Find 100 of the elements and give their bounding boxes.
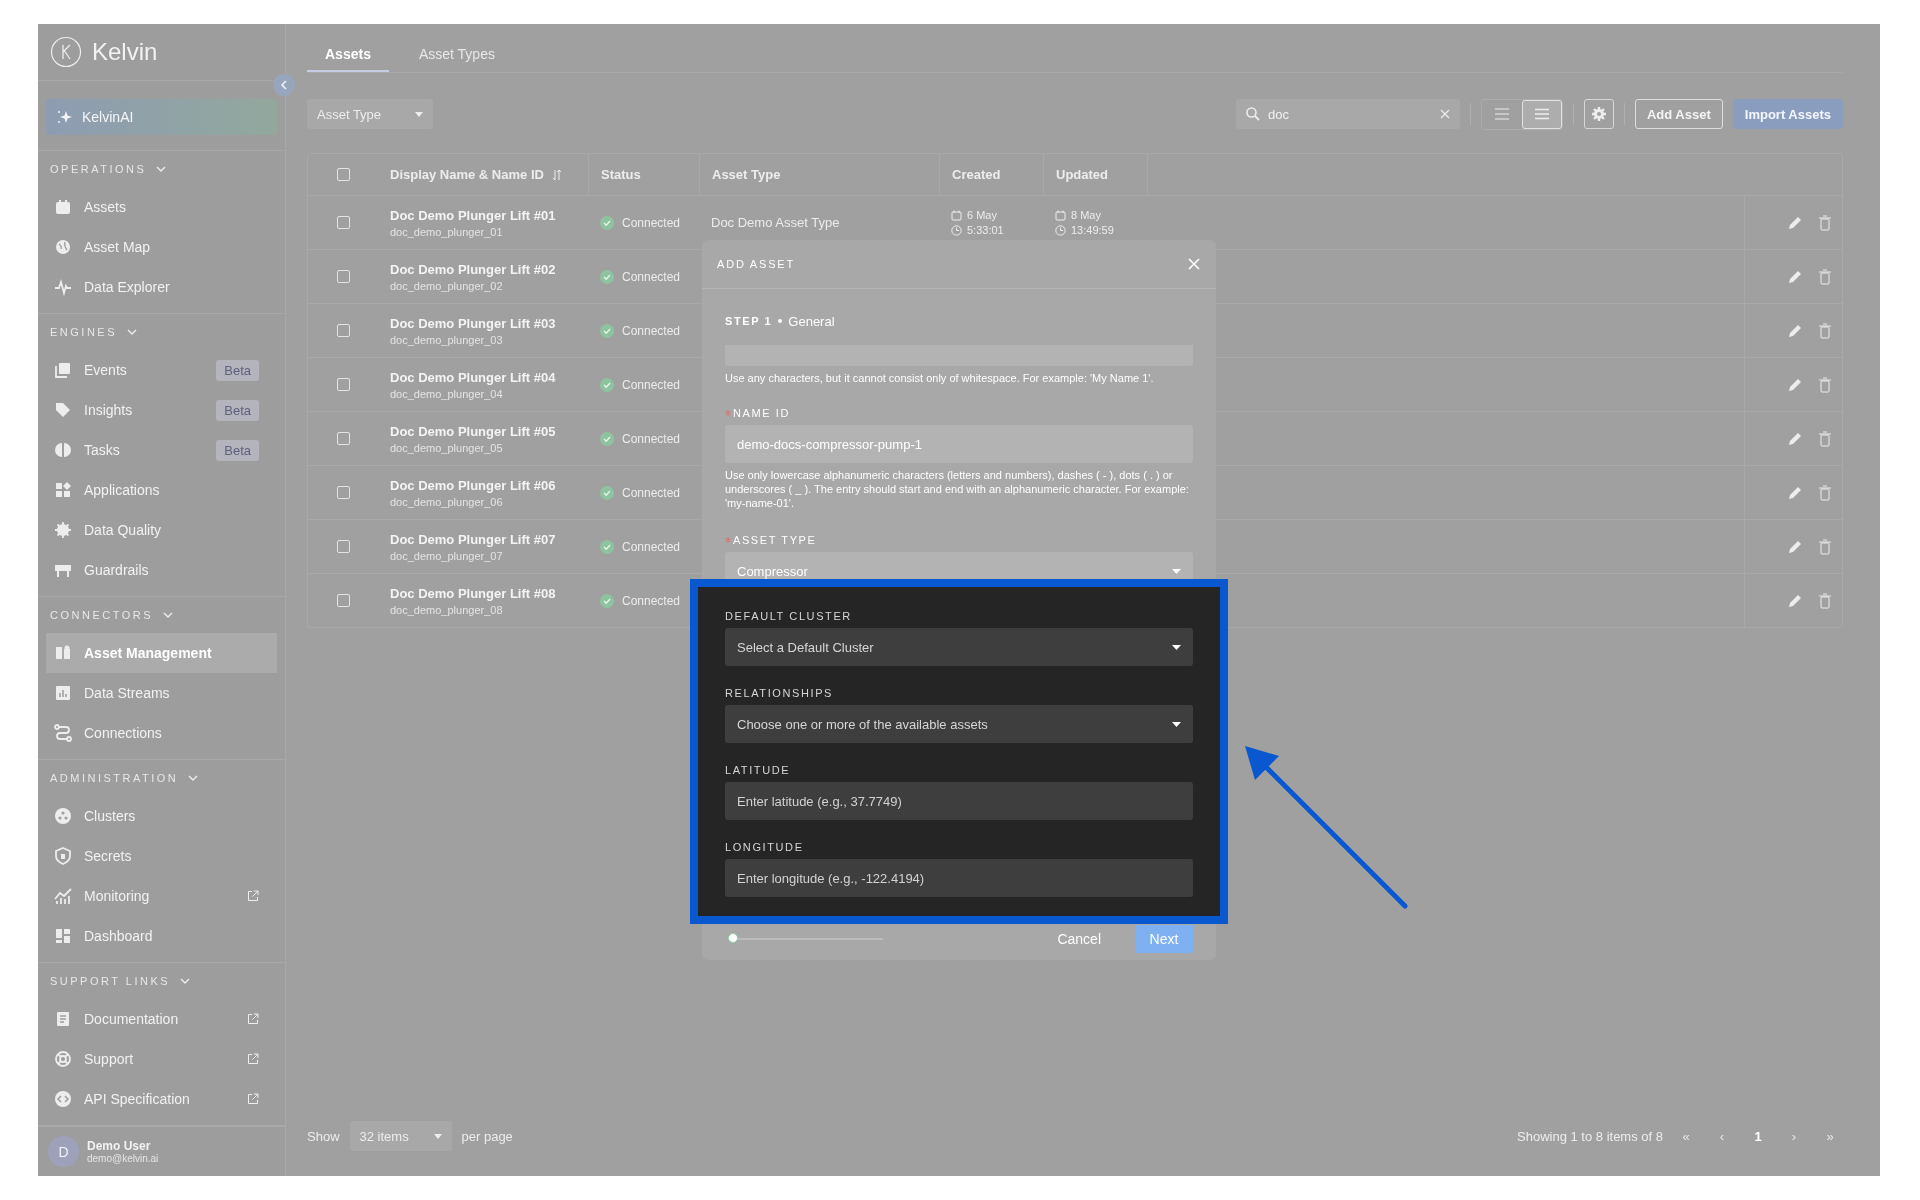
sidebar-item[interactable]: Assets (38, 187, 277, 228)
section-header: ENGINES (50, 326, 117, 339)
edit-button[interactable] (1787, 484, 1803, 501)
sidebar-item[interactable]: Dashboard (38, 916, 277, 957)
delete-button[interactable] (1819, 484, 1831, 501)
cluster-icon (54, 807, 72, 826)
sidebar-item[interactable]: Events Beta (38, 350, 277, 391)
checkbox[interactable] (336, 432, 350, 445)
search-field[interactable]: doc (1235, 99, 1460, 129)
logo-text: Kelvin (92, 38, 158, 67)
cancel-button[interactable]: Cancel (1051, 930, 1107, 948)
asset-name-id: doc_demo_plunger_07 (390, 549, 503, 562)
checkbox[interactable] (336, 168, 350, 181)
field-label: RELATIONSHIPS (725, 686, 833, 700)
ai-button[interactable]: KelvinAI (46, 99, 277, 136)
dot-icon (778, 319, 783, 323)
section-header: OPERATIONS (50, 163, 147, 176)
delete-button[interactable] (1819, 592, 1831, 609)
caret-icon (1172, 568, 1181, 574)
sidebar-item[interactable]: Tasks Beta (38, 430, 277, 471)
edit-button[interactable] (1787, 538, 1803, 555)
next-button[interactable]: Next (1135, 925, 1193, 953)
sidebar-item[interactable]: Data Quality (38, 510, 277, 551)
settings-icon (1590, 106, 1607, 122)
checkbox[interactable] (336, 378, 350, 391)
sidebar-item[interactable]: API Specification (38, 1079, 277, 1120)
tab[interactable]: Asset Types (400, 42, 513, 72)
section-header: CONNECTORS (50, 609, 154, 622)
check-circle-icon (600, 269, 614, 284)
checkbox[interactable] (336, 324, 350, 337)
add-asset-button[interactable]: Add Asset (1634, 99, 1723, 129)
bar-chart-icon (54, 684, 72, 703)
import-assets-button[interactable]: Import Assets (1732, 99, 1843, 129)
list-view-button[interactable] (1521, 99, 1562, 129)
asset-name-id: doc_demo_plunger_08 (390, 603, 503, 616)
edit-button[interactable] (1787, 214, 1803, 231)
status-text: Connected (622, 485, 681, 500)
sidebar-item[interactable]: Connections (38, 713, 277, 754)
page-button[interactable]: « (1673, 1127, 1699, 1145)
input-field[interactable]: Enter latitude (e.g., 37.7749) (725, 782, 1193, 820)
delete-button[interactable] (1819, 430, 1831, 447)
field-label: LONGITUDE (725, 840, 804, 854)
edit-button[interactable] (1787, 430, 1803, 447)
select-field[interactable]: Choose one or more of the available assets (725, 705, 1193, 743)
settings-button[interactable] (1583, 99, 1614, 129)
edit-button[interactable] (1787, 268, 1803, 285)
delete-button[interactable] (1819, 268, 1831, 285)
checkbox[interactable] (336, 486, 350, 499)
sidebar-item[interactable]: Asset Map (38, 227, 277, 268)
delete-button[interactable] (1819, 322, 1831, 339)
edit-button[interactable] (1787, 592, 1803, 609)
filter-dropdown[interactable]: Asset Type (307, 99, 433, 129)
sidebar-item[interactable]: Data Explorer (38, 267, 277, 308)
sidebar-item[interactable]: Asset Management (46, 633, 277, 674)
pencil-icon (1787, 268, 1803, 285)
edit-button[interactable] (1787, 322, 1803, 339)
sidebar-item[interactable]: Guardrails (38, 550, 277, 591)
page-size-dropdown[interactable]: 32 items (349, 1121, 452, 1151)
page-button[interactable]: » (1817, 1127, 1843, 1145)
input-field[interactable]: Enter longitude (e.g., -122.4194) (725, 859, 1193, 897)
delete-button[interactable] (1819, 538, 1831, 555)
step-number: STEP 1 (725, 315, 773, 327)
sidebar-item[interactable]: Support (38, 1039, 277, 1080)
asset-name: Doc Demo Plunger Lift #04 (390, 369, 556, 385)
sidebar-item[interactable]: Data Streams (38, 673, 277, 714)
tab[interactable]: Assets (307, 42, 389, 72)
calendar-icon (54, 198, 72, 217)
trash-icon (1819, 430, 1831, 447)
status-text: Connected (622, 323, 681, 338)
sidebar-item[interactable]: Documentation (38, 999, 277, 1040)
page-button[interactable]: 1 (1745, 1127, 1771, 1145)
edit-button[interactable] (1787, 376, 1803, 393)
sidebar-item[interactable]: Applications (38, 470, 277, 511)
checkbox[interactable] (336, 540, 350, 553)
input-field[interactable]: demo-docs-compressor-pump-1 (725, 425, 1193, 463)
sidebar-item[interactable]: Clusters (38, 796, 277, 837)
pencil-icon (1787, 592, 1803, 609)
checkbox[interactable] (336, 270, 350, 283)
page-button[interactable]: ‹ (1709, 1127, 1735, 1145)
close-button[interactable] (1188, 258, 1200, 270)
pencil-icon (1787, 214, 1803, 231)
trash-icon (1819, 484, 1831, 501)
lines-icon (1534, 108, 1549, 120)
delete-button[interactable] (1819, 376, 1831, 393)
checkbox[interactable] (336, 594, 350, 607)
sidebar-item[interactable]: Insights Beta (38, 390, 277, 431)
calendar-icon (1055, 209, 1066, 221)
page-button[interactable]: › (1781, 1127, 1807, 1145)
select-field[interactable]: Select a Default Cluster (725, 628, 1193, 666)
user-email: demo@kelvin.ai (87, 1153, 159, 1165)
checkbox[interactable] (336, 216, 350, 229)
trash-icon (1819, 214, 1831, 231)
sort-icon (551, 168, 562, 181)
asset-name: Doc Demo Plunger Lift #02 (390, 261, 556, 277)
delete-button[interactable] (1819, 214, 1831, 231)
column-header: Updated (1056, 167, 1108, 182)
check-circle-icon (600, 215, 614, 230)
sidebar-item[interactable]: Secrets (38, 836, 277, 877)
close-icon (1188, 258, 1200, 270)
sidebar-item[interactable]: Monitoring (38, 876, 277, 917)
